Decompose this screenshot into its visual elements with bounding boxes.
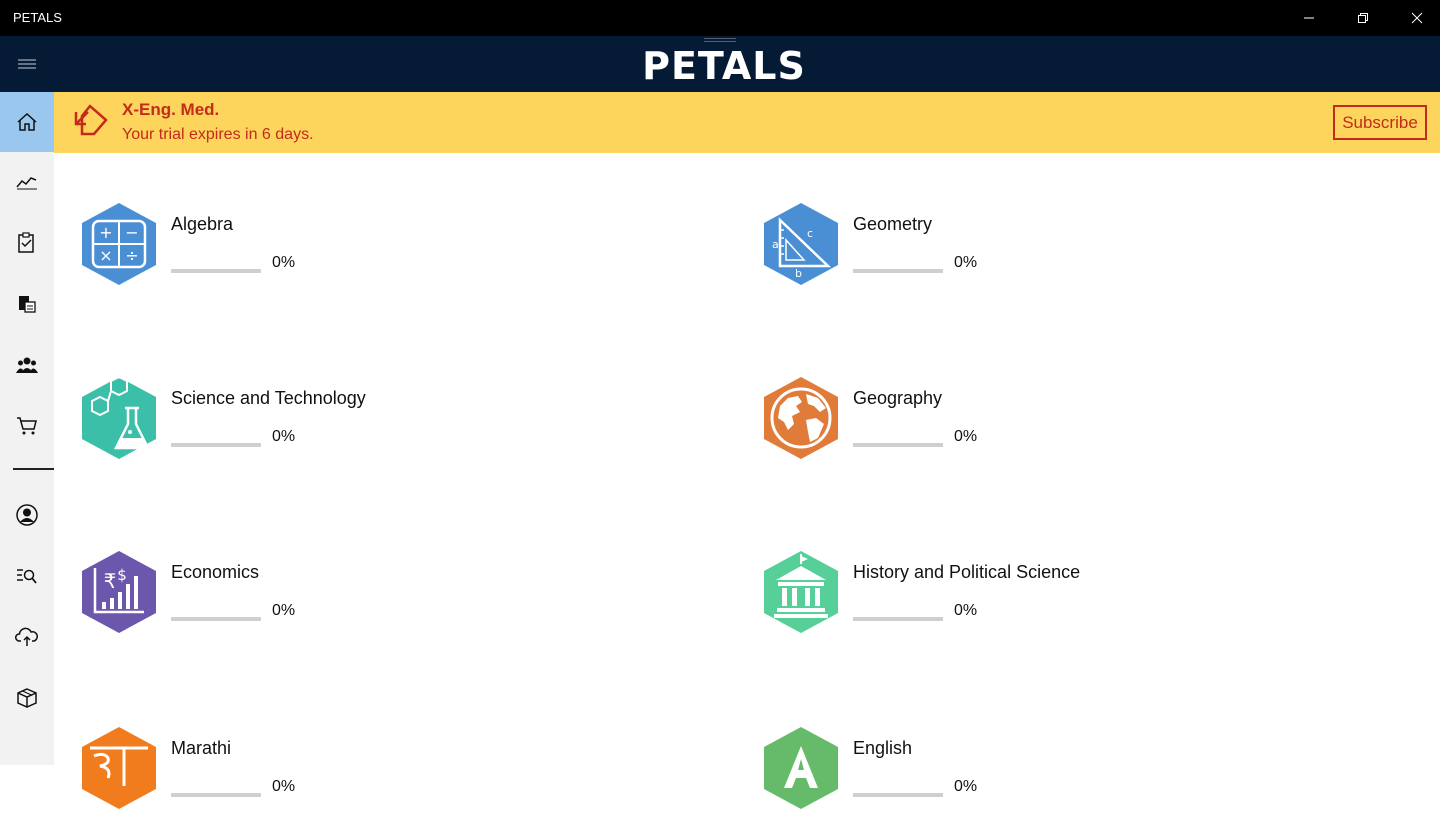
letter-a-icon (764, 727, 838, 809)
subject-name: Geography (853, 388, 943, 408)
minimize-button[interactable] (1282, 0, 1336, 36)
progress-percent: 0% (954, 254, 978, 271)
subject-marathi[interactable]: Marathi 0% (80, 726, 680, 836)
progress-bar (853, 617, 943, 621)
subject-name: English (853, 738, 913, 758)
svg-text:+: + (99, 223, 112, 242)
subject-science-and-technology[interactable]: Science and Technology 0% (80, 376, 680, 486)
hamburger-icon (18, 59, 36, 69)
sidebar-divider (13, 468, 54, 470)
progress-bar (853, 443, 943, 447)
progress-percent: 0% (954, 428, 978, 445)
svg-text:÷: ÷ (125, 246, 138, 265)
sidebar (0, 92, 54, 765)
svg-text:−: − (125, 223, 138, 242)
marathi-letter-icon (82, 727, 156, 809)
subject-geometry[interactable]: a c b Geometry 0% (762, 202, 1362, 312)
subject-algebra[interactable]: + − × ÷ Algebra 0% (80, 202, 680, 312)
close-button[interactable] (1390, 0, 1440, 36)
minimize-icon (1304, 17, 1314, 19)
svg-text:$: $ (117, 566, 127, 584)
progress-percent: 0% (954, 778, 978, 795)
home-icon (17, 112, 37, 131)
subject-economics[interactable]: ₹ $ Economics 0% (80, 550, 680, 660)
drag-handle[interactable] (704, 38, 736, 42)
calculator-icon: + − × ÷ (82, 203, 156, 285)
building-icon (764, 551, 838, 633)
subject-name: History and Political Science (853, 562, 1081, 582)
person-icon (16, 504, 38, 526)
group-icon (16, 357, 38, 373)
hamburger-menu-button[interactable] (0, 36, 54, 92)
subject-english[interactable]: English 0% (762, 726, 1362, 836)
sidebar-item-packages[interactable] (0, 668, 54, 728)
app-header: PETALS (54, 36, 1440, 92)
subject-name: Algebra (171, 214, 234, 234)
triangle-ruler-icon: a c b (764, 203, 838, 285)
restore-icon (1358, 13, 1368, 23)
flask-icon (82, 376, 156, 459)
sidebar-item-progress[interactable] (0, 152, 54, 212)
sidebar-item-tests[interactable] (0, 213, 54, 273)
subject-name: Science and Technology (171, 388, 366, 408)
progress-bar (171, 269, 261, 273)
chart-line-icon (16, 177, 37, 190)
svg-text:a: a (772, 238, 779, 251)
sidebar-item-documents[interactable] (0, 274, 54, 334)
svg-text:c: c (807, 227, 813, 240)
sidebar-item-search[interactable] (0, 546, 54, 606)
progress-percent: 0% (272, 602, 296, 619)
sidebar-item-profile[interactable] (0, 485, 54, 545)
sidebar-item-home[interactable] (0, 92, 54, 152)
progress-bar (171, 617, 261, 621)
package-icon (17, 688, 37, 708)
globe-icon (764, 377, 838, 459)
close-icon (1411, 12, 1423, 24)
cloud-sync-icon (15, 627, 38, 646)
trial-expiry-icon (74, 104, 108, 136)
sidebar-item-community[interactable] (0, 335, 54, 395)
subject-name: Economics (171, 562, 260, 582)
progress-bar (853, 793, 943, 797)
subject-name: Geometry (853, 214, 933, 234)
app-logo: PETALS (642, 44, 806, 88)
rupee-chart-icon: ₹ $ (82, 551, 156, 633)
title-bar: PETALS (0, 0, 1440, 36)
clipboard-icon (18, 232, 34, 253)
restore-button[interactable] (1336, 0, 1390, 36)
document-icon (19, 296, 36, 313)
progress-bar (853, 269, 943, 273)
svg-text:b: b (795, 267, 802, 280)
progress-bar (171, 793, 261, 797)
progress-percent: 0% (954, 602, 978, 619)
sidebar-item-cart[interactable] (0, 396, 54, 456)
subject-geography[interactable]: Geography 0% (762, 376, 1362, 486)
progress-percent: 0% (272, 428, 296, 445)
subject-history-and-political-science[interactable]: History and Political Science 0% (762, 550, 1362, 660)
trial-expiry-text: Your trial expires in 6 days. (122, 126, 314, 143)
subscribe-button[interactable]: Subscribe (1333, 105, 1427, 140)
svg-text:₹: ₹ (104, 569, 117, 593)
svg-text:×: × (99, 246, 112, 265)
cart-icon (17, 417, 37, 435)
sidebar-item-sync[interactable] (0, 607, 54, 667)
search-list-icon (17, 569, 37, 584)
progress-percent: 0% (272, 254, 296, 271)
subject-name: Marathi (171, 738, 232, 758)
window-title: PETALS (13, 10, 62, 25)
progress-percent: 0% (272, 778, 296, 795)
progress-bar (171, 443, 261, 447)
course-name: X-Eng. Med. (122, 100, 220, 119)
trial-banner: X-Eng. Med. Your trial expires in 6 days… (54, 92, 1440, 153)
